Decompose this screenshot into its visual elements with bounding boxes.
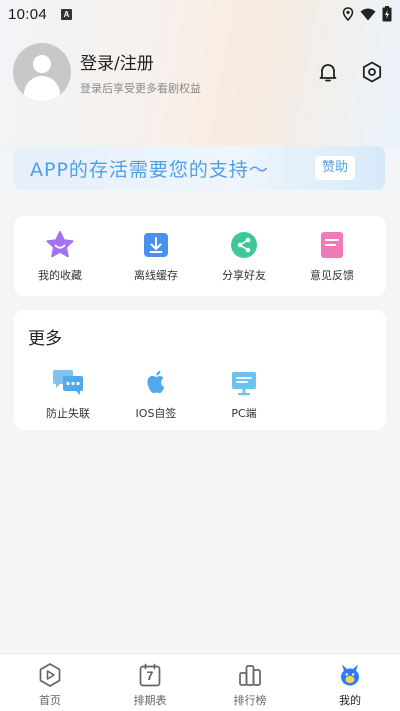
monitor-icon — [232, 372, 256, 396]
ios-self-sign-label: IOS自签 — [135, 407, 177, 420]
status-time: 10:04 — [8, 5, 48, 23]
avatar[interactable] — [13, 43, 71, 101]
avatar-body-shape — [24, 76, 60, 101]
status-icons — [342, 6, 392, 22]
nav-mine-label: 我的 — [339, 694, 361, 707]
pc-client-item[interactable]: PC端 — [198, 368, 290, 421]
feedback-item[interactable]: 意见反馈 — [286, 230, 378, 283]
nav-ranking[interactable]: 排行榜 — [200, 654, 300, 711]
share-friends-item[interactable]: 分享好友 — [198, 230, 290, 283]
prevent-lost-contact-label: 防止失联 — [46, 407, 90, 420]
wifi-icon — [360, 8, 376, 20]
location-icon — [342, 7, 354, 21]
offline-cache-item[interactable]: 离线缓存 — [110, 230, 202, 283]
support-banner[interactable]: APP的存活需要您的支持～ 赞助 — [14, 146, 385, 190]
calendar-icon: 7 — [137, 662, 163, 688]
nav-ranking-label: 排行榜 — [233, 694, 267, 707]
feedback-icon — [321, 232, 343, 258]
nav-home-label: 首页 — [39, 694, 61, 707]
nav-home[interactable]: 首页 — [0, 654, 100, 711]
status-bar: 10:04 A — [0, 0, 400, 28]
chat-bubbles-icon — [53, 370, 83, 395]
share-friends-label: 分享好友 — [222, 269, 266, 282]
bottom-navigation: 首页 7 排期表 排行榜 我的 — [0, 653, 400, 711]
apple-icon — [147, 370, 165, 394]
quick-actions-card: 我的收藏 离线缓存 分享好友 意见反馈 — [14, 216, 386, 296]
feedback-label: 意见反馈 — [310, 269, 354, 282]
my-favorites-label: 我的收藏 — [38, 269, 82, 282]
share-icon — [231, 232, 257, 258]
sponsor-button[interactable]: 赞助 — [314, 156, 355, 180]
profile-text: 登录/注册 登录后享受更多看剧权益 — [80, 49, 201, 96]
ios-self-sign-item[interactable]: IOS自签 — [110, 368, 202, 421]
login-benefit-subtitle: 登录后享受更多看剧权益 — [80, 81, 201, 95]
play-icon — [39, 663, 61, 687]
login-register-title[interactable]: 登录/注册 — [80, 49, 201, 74]
my-favorites-item[interactable]: 我的收藏 — [14, 230, 106, 283]
bell-icon[interactable] — [316, 60, 340, 84]
nav-schedule[interactable]: 7 排期表 — [100, 654, 200, 711]
status-notification-badge: A — [61, 8, 73, 20]
ranking-icon — [239, 665, 261, 686]
offline-cache-label: 离线缓存 — [134, 269, 178, 282]
battery-icon — [382, 6, 392, 22]
more-card: 更多 防止失联 IOS自签 PC端 — [14, 310, 386, 430]
avatar-head-shape — [33, 55, 51, 73]
nav-mine[interactable]: 我的 — [300, 654, 400, 711]
prevent-lost-contact-item[interactable]: 防止失联 — [22, 368, 114, 421]
header-actions — [316, 60, 384, 84]
more-section-title: 更多 — [28, 329, 62, 349]
support-banner-text: APP的存活需要您的支持～ — [30, 158, 269, 181]
nav-schedule-label: 排期表 — [133, 694, 167, 707]
profile-mascot-icon — [341, 664, 359, 686]
download-icon — [144, 233, 168, 257]
settings-icon[interactable] — [360, 60, 384, 84]
star-icon — [46, 231, 74, 258]
calendar-day-number: 7 — [146, 669, 154, 683]
pc-client-label: PC端 — [231, 407, 257, 420]
login-register-entry[interactable]: 登录/注册 登录后享受更多看剧权益 — [13, 43, 201, 101]
